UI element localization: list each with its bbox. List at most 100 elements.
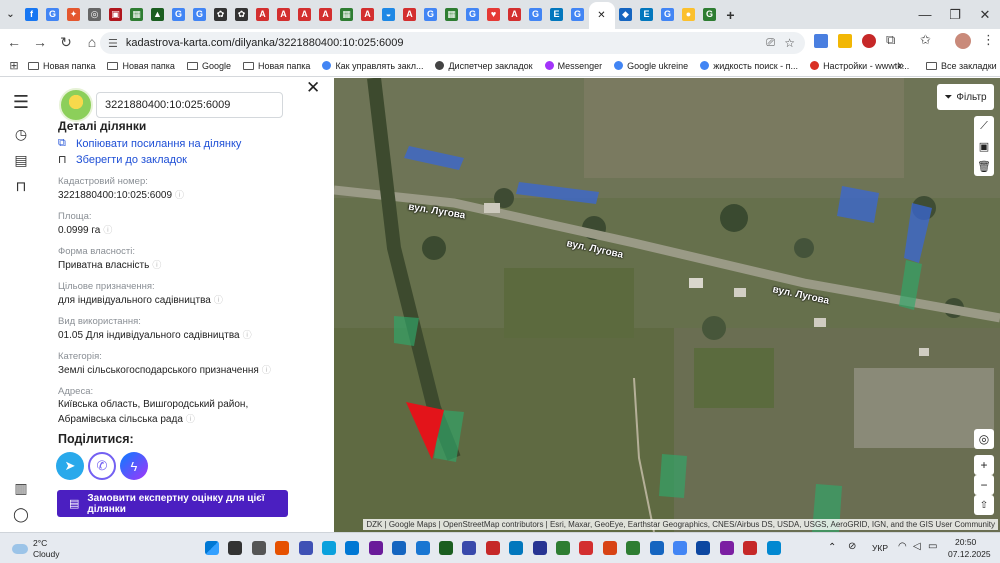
extension-icon-red[interactable] bbox=[862, 34, 876, 48]
extension-icon-yellow[interactable] bbox=[838, 34, 852, 48]
tab-app-icon[interactable]: ▣ bbox=[106, 5, 126, 25]
tab-hat-icon[interactable]: ▲ bbox=[148, 5, 168, 25]
profile-avatar[interactable] bbox=[955, 33, 971, 49]
restore-button[interactable]: ❐ bbox=[940, 0, 970, 29]
tab-pdf-icon[interactable]: A bbox=[505, 5, 525, 25]
bookmark-item[interactable]: Как управлять закл... bbox=[322, 61, 423, 71]
menu-icon[interactable]: ☰ bbox=[11, 92, 31, 112]
viber-icon[interactable]: ✆ bbox=[88, 452, 116, 480]
taskbar-app-icon[interactable] bbox=[485, 541, 500, 555]
draw-polygon-icon[interactable]: ▣ bbox=[974, 136, 994, 156]
tab-pdf-icon[interactable]: A bbox=[358, 5, 378, 25]
bookmark-item[interactable]: Google bbox=[186, 61, 231, 71]
bookmark-item[interactable]: Новая папка bbox=[242, 61, 310, 71]
taskbar-app-icon[interactable] bbox=[439, 541, 453, 555]
bookmark-item[interactable]: Messenger bbox=[544, 61, 602, 71]
weather-widget[interactable]: 2°C Cloudy bbox=[12, 538, 59, 560]
tab-pdf-icon[interactable]: A bbox=[253, 5, 273, 25]
install-icon[interactable]: ⎚ bbox=[766, 37, 775, 50]
tab-pin-icon[interactable]: ✦ bbox=[64, 5, 84, 25]
messenger-icon[interactable]: ϟ bbox=[120, 452, 148, 480]
satellite-map[interactable]: вул. Лугова вул. Лугова вул. Лугова ⏷ Фі… bbox=[334, 78, 1000, 532]
book-icon[interactable]: ▥ bbox=[11, 478, 31, 498]
locate-icon[interactable]: ◎ bbox=[974, 429, 994, 449]
wifi-icon[interactable]: ◠ bbox=[898, 541, 907, 552]
taskbar-app-icon[interactable] bbox=[462, 541, 477, 555]
tab-sheet-icon[interactable]: ▦ bbox=[127, 5, 147, 25]
tab-google-icon[interactable]: G bbox=[169, 5, 189, 25]
tab-bird-icon[interactable]: ◆ bbox=[616, 5, 636, 25]
bookmarks-more-icon[interactable]: » bbox=[898, 60, 904, 72]
reload-button[interactable]: ↻ bbox=[54, 30, 78, 54]
tab-sheet-icon[interactable]: ▦ bbox=[337, 5, 357, 25]
bookmark-item[interactable]: Новая папка bbox=[28, 61, 95, 71]
tab-search-chevron-icon[interactable]: ⌄ bbox=[1, 5, 21, 25]
draw-line-icon[interactable]: ⟋ bbox=[974, 116, 994, 136]
telegram-icon[interactable]: ➤ bbox=[56, 452, 84, 480]
taskbar-app-icon[interactable] bbox=[556, 541, 570, 555]
translate-icon[interactable] bbox=[814, 34, 828, 48]
extensions-puzzle-icon[interactable]: ⧉ bbox=[886, 32, 895, 48]
tab-google-icon[interactable]: G bbox=[421, 5, 441, 25]
taskbar-app-icon[interactable] bbox=[649, 541, 664, 555]
battery-icon[interactable]: ▭ bbox=[928, 541, 937, 552]
bookmark-item[interactable]: Новая папка bbox=[107, 61, 175, 71]
close-panel-icon[interactable]: ✕ bbox=[306, 78, 320, 98]
taskbar-app-icon[interactable] bbox=[275, 541, 290, 555]
tab-close-icon[interactable]: ✕ bbox=[595, 9, 608, 22]
taskbar-app-icon[interactable] bbox=[743, 541, 758, 555]
tab-google-icon[interactable]: G bbox=[43, 5, 63, 25]
tab-google-icon[interactable]: G bbox=[190, 5, 210, 25]
info-icon[interactable]: ⓘ bbox=[262, 365, 271, 375]
tab-maps-pin-icon[interactable]: ● bbox=[679, 5, 699, 25]
order-evaluation-button[interactable]: ▤ Замовити експертну оцінку для цієї діл… bbox=[57, 490, 288, 517]
taskbar-app-icon[interactable] bbox=[345, 541, 360, 555]
tab-google-icon[interactable]: G bbox=[463, 5, 483, 25]
bookmark-item[interactable]: Диспетчер закладок bbox=[435, 61, 533, 71]
tray-app-icon[interactable]: ⊘ bbox=[848, 541, 856, 552]
taskbar-app-icon[interactable] bbox=[415, 541, 430, 555]
tab-heart-icon[interactable]: ♥ bbox=[484, 5, 504, 25]
compass-icon[interactable]: ⇧ bbox=[974, 495, 994, 515]
taskbar-app-icon[interactable] bbox=[719, 541, 734, 555]
copy-link-button[interactable]: ⧉ Копіювати посилання на ділянку bbox=[58, 137, 241, 150]
site-info-icon[interactable]: ☰ bbox=[108, 37, 118, 50]
info-icon[interactable]: ⓘ bbox=[175, 190, 184, 200]
taskbar-app-icon[interactable] bbox=[298, 541, 313, 555]
zoom-out-button[interactable]: − bbox=[974, 475, 994, 495]
bookmark-item[interactable]: Google ukreine bbox=[614, 61, 688, 71]
tab-google-icon[interactable]: G bbox=[658, 5, 678, 25]
taskbar-app-icon[interactable] bbox=[766, 541, 781, 555]
info-icon[interactable]: ⓘ bbox=[214, 295, 223, 305]
start-button[interactable] bbox=[205, 541, 219, 555]
bookmark-star-icon[interactable]: ☆ bbox=[784, 36, 795, 50]
tab-sheet-icon[interactable]: ▦ bbox=[442, 5, 462, 25]
tab-pdf-icon[interactable]: A bbox=[295, 5, 315, 25]
clock-time[interactable]: 20:50 bbox=[955, 537, 976, 547]
tab-e-icon[interactable]: E bbox=[637, 5, 657, 25]
tab-edge-icon[interactable]: ◒ bbox=[379, 5, 399, 25]
new-tab-button[interactable]: + bbox=[721, 5, 741, 25]
info-icon[interactable]: ⓘ bbox=[103, 225, 112, 235]
taskbar-app-icon[interactable] bbox=[392, 541, 407, 555]
tab-openai-icon[interactable]: ✿ bbox=[232, 5, 252, 25]
info-icon[interactable]: ⓘ bbox=[243, 330, 252, 340]
cadastral-search-input[interactable]: 3221880400:10:025:6009 bbox=[96, 92, 283, 118]
active-tab[interactable]: ✕ bbox=[588, 2, 615, 29]
apps-grid-icon[interactable]: ⊞ bbox=[0, 59, 28, 72]
volume-icon[interactable]: ◁ bbox=[913, 541, 921, 552]
all-bookmarks-folder[interactable]: Все закладки bbox=[926, 61, 997, 71]
tray-up-arrow-icon[interactable]: ⌃ bbox=[828, 542, 836, 553]
forward-button[interactable]: → bbox=[28, 30, 52, 54]
taskbar-app-icon[interactable] bbox=[532, 541, 547, 555]
chat-icon[interactable]: ◯ bbox=[11, 504, 31, 524]
save-bookmark-button[interactable]: ⊓ Зберегти до закладок bbox=[58, 153, 187, 167]
tab-pdf-icon[interactable]: A bbox=[274, 5, 294, 25]
bookmark-item[interactable]: Настройки - wwwtk... bbox=[810, 61, 909, 71]
browser-menu-icon[interactable]: ⋮ bbox=[982, 32, 995, 48]
reading-list-icon[interactable]: ✩ bbox=[920, 32, 931, 48]
taskbar-app-icon[interactable] bbox=[368, 541, 383, 555]
tab-pdf-icon[interactable]: A bbox=[316, 5, 336, 25]
minimize-button[interactable]: — bbox=[910, 0, 940, 29]
tab-pdf-icon[interactable]: A bbox=[400, 5, 420, 25]
